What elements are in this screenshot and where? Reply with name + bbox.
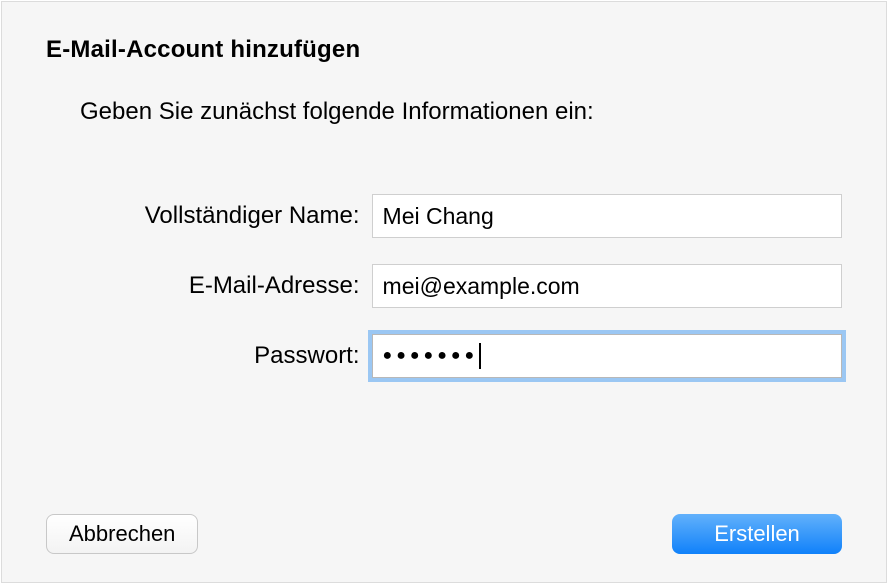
dialog-instruction: Geben Sie zunächst folgende Informatione… (80, 98, 842, 126)
button-row: Abbrechen Erstellen (46, 514, 842, 554)
fullname-input[interactable] (372, 194, 842, 238)
create-button[interactable]: Erstellen (672, 514, 842, 554)
form-row-password: Passwort: ●●●●●●● (46, 334, 842, 378)
fullname-label: Vollständiger Name: (46, 202, 372, 230)
cancel-button[interactable]: Abbrechen (46, 514, 198, 554)
add-email-account-dialog: E-Mail-Account hinzufügen Geben Sie zunä… (1, 1, 887, 583)
email-input[interactable] (372, 264, 842, 308)
email-label: E-Mail-Adresse: (46, 272, 372, 300)
password-mask: ●●●●●●● (383, 348, 479, 364)
form: Vollständiger Name: E-Mail-Adresse: Pass… (46, 194, 842, 378)
form-row-email: E-Mail-Adresse: (46, 264, 842, 308)
text-cursor (479, 343, 481, 369)
password-label: Passwort: (46, 342, 372, 370)
password-input[interactable]: ●●●●●●● (372, 334, 842, 378)
form-row-fullname: Vollständiger Name: (46, 194, 842, 238)
dialog-title: E-Mail-Account hinzufügen (46, 36, 842, 64)
